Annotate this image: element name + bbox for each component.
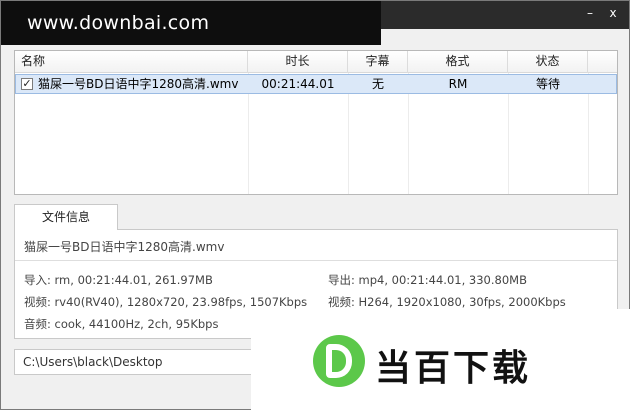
column-header-format[interactable]: 格式: [408, 51, 508, 73]
column-header-name[interactable]: 名称: [15, 51, 248, 73]
input-video-info: 视频: rv40(RV40), 1280x720, 23.98fps, 1507…: [24, 295, 308, 309]
file-list[interactable]: 名称 时长 字幕 格式 状态 ✓ 猫屎一号BD日语中字1280高清.wmv 00…: [14, 50, 618, 195]
brand-logo-icon: [313, 335, 365, 387]
info-filename: 猫屎一号BD日语中字1280高清.wmv: [24, 240, 225, 254]
input-audio-info: 音频: cook, 44100Hz, 2ch, 95Kbps: [24, 317, 219, 331]
table-row[interactable]: ✓ 猫屎一号BD日语中字1280高清.wmv 00:21:44.01 无 RM …: [15, 74, 617, 94]
row-format: RM: [448, 77, 468, 91]
brand-watermark: 当百下载: [251, 309, 630, 410]
column-header-status[interactable]: 状态: [508, 51, 588, 73]
tab-file-info[interactable]: 文件信息: [14, 204, 118, 230]
minimize-button[interactable]: –: [579, 4, 601, 22]
converter-window: – x www.downbai.com 名称 时长 字幕 格式 状态 ✓ 猫屎一…: [0, 0, 630, 410]
output-video-info: 视频: H264, 1920x1080, 30fps, 2000Kbps: [328, 295, 566, 309]
divider: [15, 260, 617, 261]
row-subtitle: 无: [371, 77, 384, 91]
row-duration: 00:21:44.01: [261, 77, 335, 91]
site-url-watermark: www.downbai.com: [1, 1, 381, 45]
row-status: 等待: [535, 77, 560, 91]
brand-logo-text: 当百下载: [375, 348, 532, 389]
row-name: 猫屎一号BD日语中字1280高清.wmv: [38, 77, 239, 91]
list-header: 名称 时长 字幕 格式 状态: [15, 51, 617, 73]
close-button[interactable]: x: [602, 4, 624, 22]
import-info: 导入: rm, 00:21:44.01, 261.97MB: [24, 273, 213, 287]
column-header-duration[interactable]: 时长: [248, 51, 348, 73]
column-header-subtitle[interactable]: 字幕: [348, 51, 408, 73]
row-checkbox[interactable]: ✓: [21, 78, 33, 90]
export-info: 导出: mp4, 00:21:44.01, 330.80MB: [328, 273, 527, 287]
logo-letter-d: [326, 344, 352, 378]
